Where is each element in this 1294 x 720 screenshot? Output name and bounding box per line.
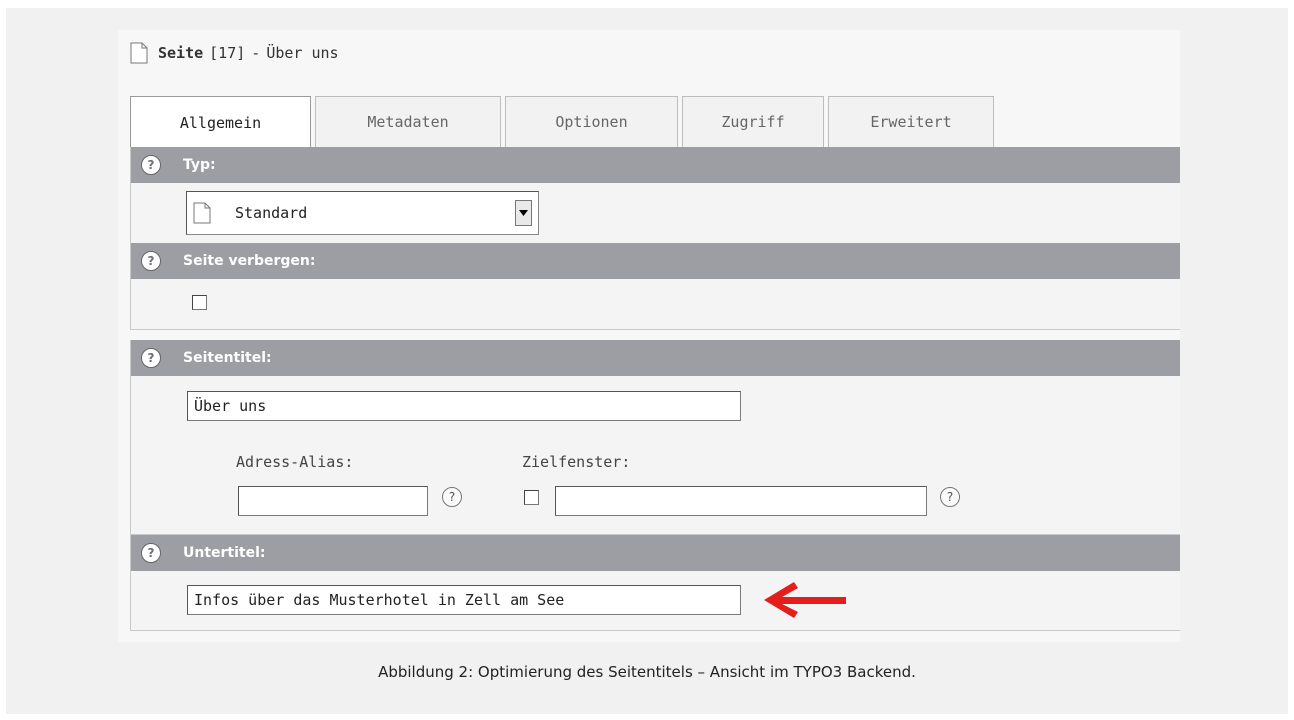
section-header-typ: ? Typ: <box>131 147 1180 183</box>
tab-metadaten[interactable]: Metadaten <box>315 96 501 147</box>
section-general: ? Typ: ? Seite verbergen: <box>130 147 1180 330</box>
subtitle-input[interactable]: Infos über das Musterhotel in Zell am Se… <box>187 585 741 615</box>
section-header-untertitel: ? Untertitel: <box>131 535 1180 571</box>
target-label: Zielfenster: <box>522 453 631 471</box>
section-untertitel: ? Untertitel: <box>130 535 1180 631</box>
page-type-value: Standard <box>235 204 308 222</box>
alias-input[interactable] <box>238 486 428 516</box>
target-input[interactable] <box>555 486 927 516</box>
page-type-label: Seite <box>158 44 204 62</box>
help-icon[interactable]: ? <box>442 487 462 507</box>
section-title-untertitel: Untertitel: <box>183 545 266 561</box>
help-icon[interactable]: ? <box>940 487 960 507</box>
page-icon <box>193 202 211 224</box>
help-icon[interactable]: ? <box>141 348 161 368</box>
page-icon <box>130 42 148 64</box>
red-arrow-icon <box>764 582 846 618</box>
section-title-typ: Typ: <box>183 157 216 173</box>
tab-optionen[interactable]: Optionen <box>505 96 678 147</box>
help-icon[interactable]: ? <box>141 543 161 563</box>
figure-caption: Abbildung 2: Optimierung des Seitentitel… <box>378 663 916 681</box>
section-title-seitentitel: Seitentitel: <box>183 350 272 366</box>
page-title: Über uns <box>266 44 339 62</box>
section-header-seitentitel: ? Seitentitel: <box>131 340 1180 376</box>
tab-zugriff[interactable]: Zugriff <box>682 96 824 147</box>
tab-allgemein[interactable]: Allgemein <box>130 96 311 148</box>
page-title-input[interactable]: Über uns <box>187 391 741 421</box>
page-record-header: Seite [17] - Über uns <box>130 40 345 66</box>
help-icon[interactable]: ? <box>141 155 161 175</box>
chevron-down-icon[interactable] <box>515 200 532 226</box>
page-id: [17] <box>209 44 246 62</box>
help-icon[interactable]: ? <box>141 251 161 271</box>
tab-bar: Allgemein Metadaten Optionen Zugriff Erw… <box>130 96 998 148</box>
page-type-select[interactable]: Standard <box>186 191 539 235</box>
header-separator: - <box>251 44 261 62</box>
section-header-hide: ? Seite verbergen: <box>131 243 1180 279</box>
section-title-hide: Seite verbergen: <box>183 253 316 269</box>
tab-erweitert[interactable]: Erweitert <box>828 96 994 147</box>
alias-label: Adress-Alias: <box>236 453 354 471</box>
target-checkbox[interactable] <box>524 490 539 505</box>
hide-page-checkbox[interactable] <box>192 295 207 310</box>
